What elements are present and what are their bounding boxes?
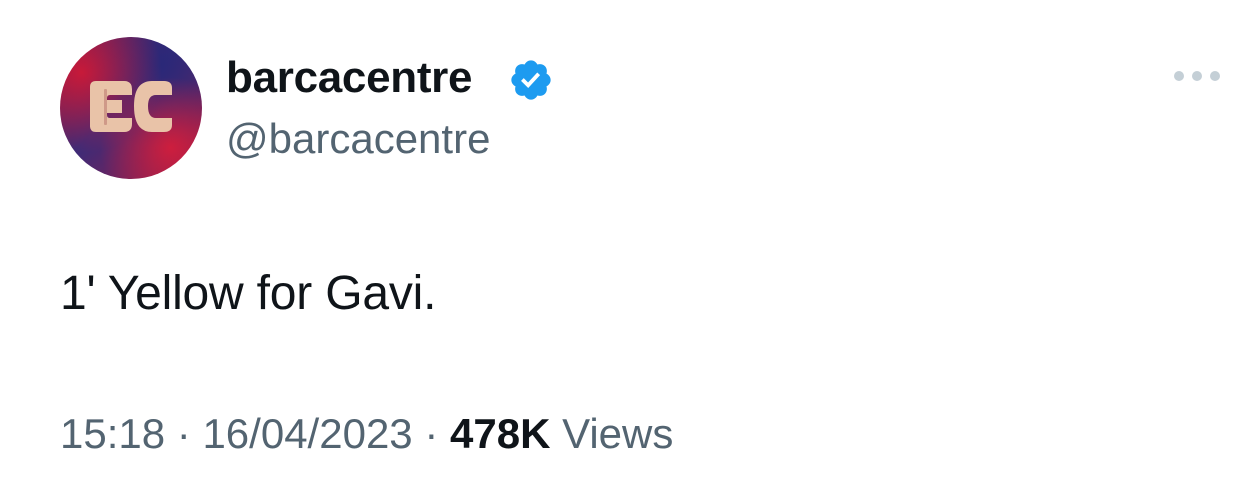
more-dot bbox=[1192, 71, 1202, 81]
tweet-time[interactable]: 15:18 bbox=[60, 410, 165, 457]
more-options-icon[interactable] bbox=[1174, 66, 1220, 86]
tweet-date[interactable]: 16/04/2023 bbox=[202, 410, 412, 457]
avatar[interactable] bbox=[60, 37, 202, 179]
author-handle[interactable]: @barcacentre bbox=[226, 113, 490, 165]
views-count: 478K bbox=[450, 410, 551, 457]
views-label: Views bbox=[562, 410, 674, 457]
barcacentre-logo-icon bbox=[90, 81, 172, 132]
verified-badge-icon bbox=[511, 60, 551, 100]
tweet-meta: 15:18 · 16/04/2023 · 478K Views bbox=[60, 406, 673, 462]
more-dot bbox=[1174, 71, 1184, 81]
tweet-card: barcacentre @barcacentre 1' Yellow for G… bbox=[0, 0, 1248, 492]
tweet-text: 1' Yellow for Gavi. bbox=[60, 267, 437, 320]
meta-separator: · bbox=[176, 410, 191, 457]
meta-separator: · bbox=[424, 410, 439, 457]
more-dot bbox=[1210, 71, 1220, 81]
author-display-name[interactable]: barcacentre bbox=[226, 52, 472, 104]
